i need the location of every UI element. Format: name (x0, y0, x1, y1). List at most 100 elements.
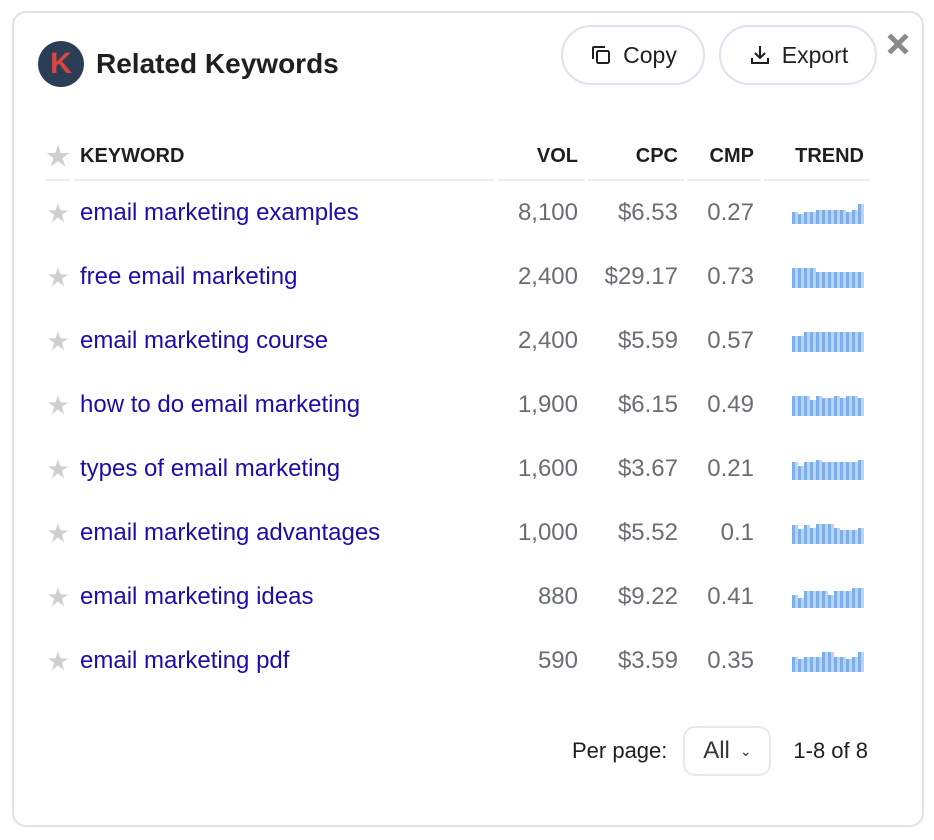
trend-bar-highlight (825, 590, 828, 608)
star-cell[interactable]: ★ (46, 373, 70, 437)
panel-header: K Related Keywords (38, 39, 339, 89)
keyword-cell: email marketing ideas (74, 565, 494, 629)
close-button[interactable] (887, 33, 909, 55)
trend-bar (816, 459, 820, 480)
cpc-cell: $3.59 (617, 647, 678, 674)
star-icon[interactable]: ★ (46, 326, 69, 356)
per-page-select[interactable]: All ⌄ (683, 726, 772, 776)
keyword-link[interactable]: email marketing ideas (80, 583, 313, 610)
star-cell[interactable]: ★ (46, 565, 70, 629)
star-icon[interactable]: ★ (46, 454, 69, 484)
trend-bar-highlight (861, 331, 864, 352)
trend-bar (858, 203, 862, 224)
trend-cell (764, 565, 870, 629)
trend-bar (852, 395, 856, 416)
trend-bar-highlight (801, 597, 804, 608)
star-cell[interactable]: ★ (46, 245, 70, 309)
trend-bar (822, 331, 826, 352)
cpc-cell: $5.52 (617, 519, 678, 546)
star-icon[interactable]: ★ (46, 198, 69, 228)
trend-bar-highlight (819, 523, 822, 544)
star-cell[interactable]: ★ (46, 181, 70, 245)
star-cell[interactable]: ★ (46, 309, 70, 373)
star-icon[interactable]: ★ (46, 390, 69, 420)
header-star-cell[interactable]: ★ (46, 133, 70, 181)
export-button[interactable]: Export (719, 25, 877, 85)
star-cell[interactable]: ★ (46, 437, 70, 501)
cpc-cell: $5.59 (617, 327, 678, 354)
trend-bar (792, 594, 796, 608)
column-header-cmp[interactable]: CMP (688, 133, 760, 181)
keyword-link[interactable]: types of email marketing (80, 455, 340, 482)
star-icon[interactable]: ★ (46, 646, 69, 676)
keyword-link[interactable]: email marketing advantages (80, 519, 380, 546)
copy-button[interactable]: Copy (561, 25, 705, 85)
trend-bar-highlight (825, 271, 828, 288)
trend-bar-highlight (813, 399, 816, 416)
trend-cell (764, 181, 870, 245)
star-icon[interactable]: ★ (46, 518, 69, 548)
star-cell[interactable]: ★ (46, 629, 70, 693)
trend-bar (816, 590, 820, 608)
trend-bar-highlight (837, 331, 840, 352)
trend-bar (810, 656, 814, 672)
trend-bar-highlight (807, 395, 810, 416)
competition-cell: 0.41 (707, 583, 754, 610)
trend-bar-highlight (855, 395, 858, 416)
per-page-value: All (703, 737, 730, 764)
trend-bar (804, 267, 808, 288)
keyword-cell: email marketing advantages (74, 501, 494, 565)
column-header-trend: TREND (764, 133, 870, 181)
column-header-vol[interactable]: VOL (498, 133, 584, 181)
trend-bar-highlight (813, 267, 816, 288)
trend-bar (858, 587, 862, 608)
trend-bar-highlight (813, 590, 816, 608)
trend-bar (822, 523, 826, 544)
trend-bar (798, 597, 802, 608)
trend-bar-highlight (855, 209, 858, 224)
star-all-icon[interactable]: ★ (46, 141, 69, 171)
trend-bar (792, 211, 796, 224)
trend-bar (810, 527, 814, 544)
trend-bar (816, 395, 820, 416)
cpc-cell: $29.17 (604, 263, 678, 290)
trend-bar-highlight (819, 656, 822, 672)
trend-bar (852, 656, 856, 672)
keyword-link[interactable]: email marketing pdf (80, 647, 289, 674)
keyword-link[interactable]: email marketing examples (80, 199, 359, 226)
keyword-link[interactable]: how to do email marketing (80, 391, 360, 418)
trend-bar (798, 528, 802, 544)
volume-cell: 2,400 (517, 327, 578, 354)
trend-bar (834, 331, 838, 352)
trend-bar-highlight (795, 656, 798, 672)
export-label: Export (781, 41, 849, 68)
trend-bar-highlight (849, 658, 852, 672)
trend-cell (764, 245, 870, 309)
table-row: ★ types of email marketing 1,600 $3.67 0.21 (46, 437, 870, 501)
trend-bar (804, 211, 808, 224)
trend-bar-highlight (831, 331, 834, 352)
trend-bar-highlight (849, 461, 852, 480)
trend-bar (846, 395, 850, 416)
star-cell[interactable]: ★ (46, 501, 70, 565)
trend-bar (822, 397, 826, 416)
trend-bar-highlight (843, 397, 846, 416)
trend-bar-highlight (795, 395, 798, 416)
keyword-link[interactable]: email marketing course (80, 327, 328, 354)
table-row: ★ email marketing ideas 880 $9.22 0.41 (46, 565, 870, 629)
column-header-keyword[interactable]: KEYWORD (74, 133, 494, 181)
trend-bar (816, 271, 820, 288)
keyword-link[interactable]: free email marketing (80, 263, 297, 290)
trend-bar-highlight (855, 529, 858, 544)
table-row: ★ email marketing course 2,400 $5.59 0.57 (46, 309, 870, 373)
keywords-table: ★ KEYWORD VOL CPC CMP TREND ★ email marke… (42, 133, 874, 693)
trend-bar (858, 459, 862, 480)
trend-bar (840, 209, 844, 224)
trend-bar-highlight (819, 331, 822, 352)
star-icon[interactable]: ★ (46, 262, 69, 292)
trend-cell (764, 437, 870, 501)
trend-bar (828, 651, 832, 672)
column-header-cpc[interactable]: CPC (588, 133, 684, 181)
star-icon[interactable]: ★ (46, 582, 69, 612)
trend-bar (846, 529, 850, 544)
